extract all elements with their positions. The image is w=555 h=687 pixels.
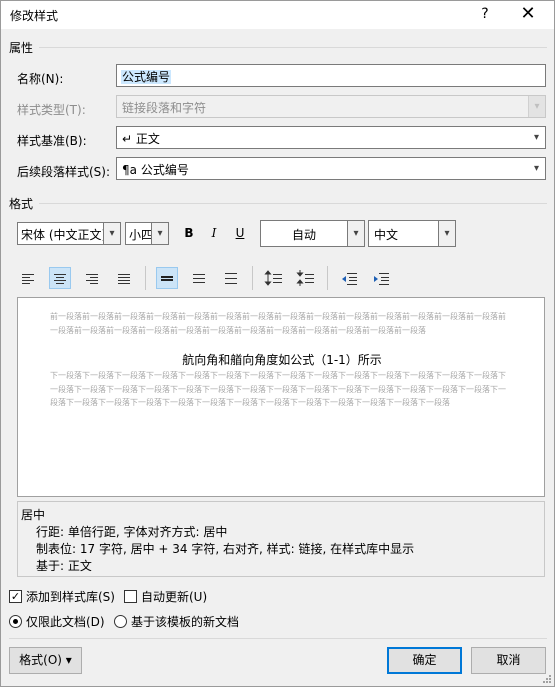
language-select[interactable]: 中文 ▾ xyxy=(368,220,456,247)
based-on-value: 正文 xyxy=(135,132,160,146)
increase-paragraph-spacing-button[interactable] xyxy=(263,267,285,289)
properties-section-label: 属性 xyxy=(9,41,34,55)
preview-sample-text: 航向角和艏向角度如公式（1-1）所示 xyxy=(182,353,382,367)
description-line: 居中 xyxy=(21,508,46,522)
radio-selected-icon xyxy=(9,615,22,628)
font-color-select[interactable]: 自动 ▾ xyxy=(260,220,365,247)
style-preview-pane: 前一段落前一段落前一段落前一段落前一段落前一段落前一段落前一段落前一段落前一段落… xyxy=(17,297,545,497)
align-right-button[interactable] xyxy=(81,267,103,289)
next-paragraph-style-label: 后续段落样式(S): xyxy=(17,165,111,179)
preview-previous-paragraph: 前一段落前一段落前一段落前一段落前一段落前一段落前一段落前一段落前一段落前一段落… xyxy=(50,312,506,335)
double-spacing-button[interactable] xyxy=(220,267,242,289)
chevron-down-icon: ▾ xyxy=(533,163,540,174)
format-divider xyxy=(39,203,547,204)
next-paragraph-style-value: 公式编号 xyxy=(140,163,189,177)
single-spacing-button[interactable] xyxy=(156,267,178,289)
footer-divider xyxy=(9,638,547,639)
align-left-icon xyxy=(22,274,34,284)
language-value: 中文 xyxy=(374,228,399,242)
toolbar-separator xyxy=(327,266,328,290)
ok-button[interactable]: 确定 xyxy=(387,647,462,674)
name-input-value: 公式编号 xyxy=(121,70,172,84)
justify-icon xyxy=(118,274,130,284)
only-this-document-radio[interactable]: 仅限此文档(D) xyxy=(9,613,105,630)
align-left-button[interactable] xyxy=(17,267,39,289)
font-size-select[interactable]: 小四 ▾ xyxy=(125,222,169,245)
bold-button[interactable]: B xyxy=(179,223,199,243)
style-type-select[interactable]: 链接段落和字符 ▾ xyxy=(116,95,546,118)
dialog-title: 修改样式 xyxy=(10,9,59,23)
format-section-label: 格式 xyxy=(9,197,34,211)
based-on-select[interactable]: ↵ 正文 ▾ xyxy=(116,126,546,149)
align-center-button[interactable] xyxy=(49,267,71,289)
checkmark-icon: ✓ xyxy=(9,590,22,603)
resize-grip-icon[interactable] xyxy=(542,674,552,684)
decrease-indent-icon xyxy=(342,273,357,285)
add-to-gallery-label: 添加到样式库(S) xyxy=(26,590,115,604)
chevron-down-icon: ▾ xyxy=(347,221,364,246)
double-spacing-icon xyxy=(225,273,237,284)
font-select[interactable]: 宋体 (中文正文) ▾ xyxy=(17,222,121,245)
chevron-down-icon: ▾ xyxy=(103,223,120,244)
format-menu-button[interactable]: 格式(O) ▾ xyxy=(9,647,82,674)
decrease-indent-button[interactable] xyxy=(338,267,360,289)
decrease-paragraph-spacing-button[interactable] xyxy=(295,267,317,289)
modify-style-dialog: 修改样式 ? ✕ 属性 名称(N): 公式编号 样式类型(T): 链接段落和字符… xyxy=(0,0,555,687)
italic-button[interactable]: I xyxy=(204,223,224,243)
align-center-icon xyxy=(54,274,66,284)
chevron-down-icon: ▾ xyxy=(528,96,545,117)
only-this-document-label: 仅限此文档(D) xyxy=(26,615,105,629)
toolbar-separator xyxy=(145,266,146,290)
font-value: 宋体 (中文正文) xyxy=(21,228,103,242)
based-on-label: 样式基准(B): xyxy=(17,134,87,148)
increase-indent-button[interactable] xyxy=(370,267,392,289)
chevron-down-icon: ▾ xyxy=(533,132,540,143)
decrease-spacing-icon xyxy=(296,270,314,286)
paragraph-style-icon: ¶a xyxy=(122,163,137,177)
cancel-button[interactable]: 取消 xyxy=(471,647,546,674)
title-bar: 修改样式 ? ✕ xyxy=(1,1,554,29)
close-button[interactable]: ✕ xyxy=(514,3,542,25)
style-type-label: 样式类型(T): xyxy=(17,103,86,117)
one-half-spacing-button[interactable] xyxy=(188,267,210,289)
new-documents-template-label: 基于该模板的新文档 xyxy=(131,615,240,629)
description-line: 行距: 单倍行距, 字体对齐方式: 居中 xyxy=(36,525,228,539)
font-color-value: 自动 xyxy=(291,228,316,242)
add-to-gallery-checkbox[interactable]: ✓ 添加到样式库(S) xyxy=(9,588,115,605)
next-paragraph-style-select[interactable]: ¶a 公式编号 ▾ xyxy=(116,157,546,180)
description-line: 制表位: 17 字符, 居中 + 34 字符, 右对齐, 样式: 链接, 在样式… xyxy=(36,542,415,556)
justify-button[interactable] xyxy=(113,267,135,289)
radio-unselected-icon xyxy=(114,615,127,628)
align-right-icon xyxy=(86,274,98,284)
auto-update-label: 自动更新(U) xyxy=(141,590,208,604)
properties-divider xyxy=(39,47,547,48)
paragraph-return-icon: ↵ xyxy=(122,132,133,146)
chevron-down-icon: ▾ xyxy=(151,223,168,244)
description-line: 基于: 正文 xyxy=(36,559,92,573)
increase-spacing-icon xyxy=(264,270,282,286)
style-description: 居中 行距: 单倍行距, 字体对齐方式: 居中 制表位: 17 字符, 居中 +… xyxy=(17,501,545,577)
auto-update-checkbox[interactable]: 自动更新(U) xyxy=(124,588,207,605)
name-label: 名称(N): xyxy=(17,72,64,86)
new-documents-template-radio[interactable]: 基于该模板的新文档 xyxy=(114,613,239,630)
style-type-value: 链接段落和字符 xyxy=(122,101,207,115)
increase-indent-icon xyxy=(374,273,389,285)
name-input[interactable]: 公式编号 xyxy=(116,64,546,87)
toolbar-separator xyxy=(252,266,253,290)
underline-button[interactable]: U xyxy=(230,223,250,243)
help-button[interactable]: ? xyxy=(473,3,497,25)
font-size-value: 小四 xyxy=(129,228,154,242)
one-half-spacing-icon xyxy=(193,274,205,283)
single-spacing-icon xyxy=(161,276,173,281)
preview-next-paragraph: 下一段落下一段落下一段落下一段落下一段落下一段落下一段落下一段落下一段落下一段落… xyxy=(50,371,506,407)
chevron-down-icon: ▾ xyxy=(438,221,455,246)
